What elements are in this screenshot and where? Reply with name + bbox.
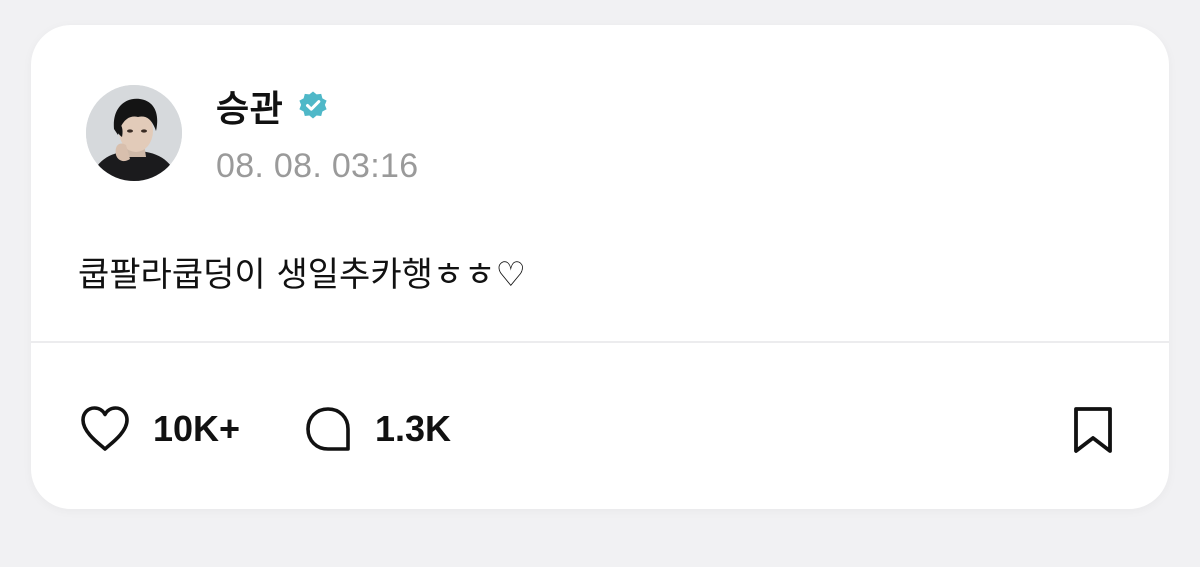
author-name[interactable]: 승관 (216, 80, 283, 132)
avatar[interactable] (86, 85, 182, 181)
comment-bubble-icon (306, 407, 350, 451)
post-text: 쿱팔라쿱덩이 생일추카행ㅎㅎ♡ (78, 255, 526, 295)
comment-button[interactable]: 1.3K (303, 403, 451, 455)
like-button[interactable]: 10K+ (79, 403, 240, 455)
post-timestamp: 08. 08. 03:16 (216, 147, 419, 185)
heart-icon (81, 406, 129, 451)
like-count: 10K+ (153, 408, 241, 449)
author-row: 승관 (216, 81, 329, 131)
bookmark-icon[interactable] (1069, 405, 1117, 455)
post-card: 승관 08. 08. 03:16 쿱팔라쿱덩이 생일추카행ㅎㅎ♡ 10K+ 1.… (31, 25, 1169, 509)
divider (31, 341, 1169, 343)
verified-badge-icon (299, 91, 327, 119)
comment-count: 1.3K (375, 408, 452, 449)
avatar-image (86, 85, 182, 181)
